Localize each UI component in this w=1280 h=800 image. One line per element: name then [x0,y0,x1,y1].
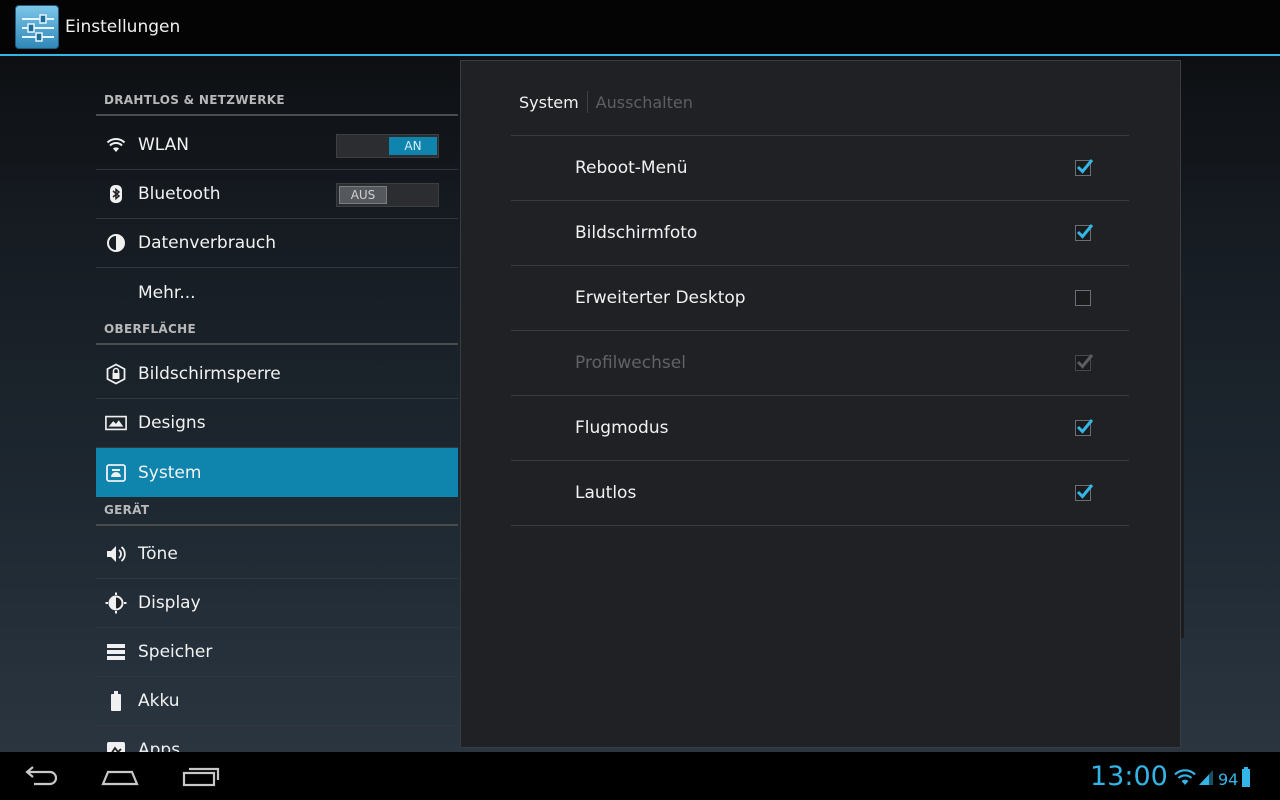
storage-icon [105,641,127,663]
clock[interactable]: 13:00 [1090,761,1168,792]
sound-icon [105,543,127,565]
list-item-label: Mehr... [138,282,196,303]
pref-airplane-mode[interactable]: Flugmodus [511,396,1129,461]
section-header-wireless: DRAHTLOS & NETZWERKE [96,86,458,116]
preference-list: Reboot-Menü Bildschirmfoto Erweiterter D… [511,135,1129,526]
checkbox-checked[interactable] [1075,484,1094,501]
section-header-interface: OBERFLÄCHE [96,315,458,345]
list-item-label: Akku [138,691,180,711]
pref-label: Lautlos [575,483,637,503]
list-item-data-usage[interactable]: Datenverbrauch [96,219,458,268]
apps-icon [105,739,127,752]
system-nav-bar: 13:00 94 [0,752,1280,800]
tab-bar: System Ausschalten [519,91,693,113]
pane-edge [1181,298,1184,638]
wlan-toggle[interactable]: AN [336,134,439,158]
wifi-icon [105,134,127,156]
list-item-wlan[interactable]: WLAN AN [96,121,458,170]
bluetooth-icon [105,183,127,205]
list-item-lockscreen[interactable]: Bildschirmsperre [96,350,458,399]
settings-category-list[interactable]: DRAHTLOS & NETZWERKE WLAN AN Bluetooth A… [96,56,458,752]
wifi-signal-icon [1172,767,1198,791]
tab-system[interactable]: System [519,93,579,112]
cell-signal-icon [1198,767,1214,791]
list-item-system[interactable]: System [96,448,458,497]
pref-silent[interactable]: Lautlos [511,461,1129,526]
list-item-battery[interactable]: Akku [96,677,458,726]
list-item-storage[interactable]: Speicher [96,628,458,677]
status-icons[interactable]: 94 [1172,766,1251,792]
list-item-label: Bluetooth [138,184,221,204]
list-item-bluetooth[interactable]: Bluetooth AUS [96,170,458,219]
list-item-label: WLAN [138,135,190,155]
list-item-label: Designs [138,413,206,433]
battery-level: 94 [1218,769,1239,789]
pref-screenshot[interactable]: Bildschirmfoto [511,201,1129,266]
pref-label: Bildschirmfoto [575,223,698,243]
list-item-label: Datenverbrauch [138,233,277,253]
pref-label: Profilwechsel [575,353,686,373]
pref-reboot-menu[interactable]: Reboot-Menü [511,136,1129,201]
toggle-state: AN [389,137,437,155]
app-title: Einstellungen [65,17,181,37]
display-icon [105,592,127,614]
recent-apps-icon[interactable] [170,760,230,792]
list-item-label: Display [138,593,201,613]
pref-label: Reboot-Menü [575,158,688,178]
list-item-label: System [138,462,202,483]
system-settings-pane: System Ausschalten Reboot-Menü Bildschir… [460,60,1181,748]
action-bar: Einstellungen [0,0,1280,56]
list-item-label: Speicher [138,642,213,662]
tab-divider [586,91,588,113]
section-header-device: GERÄT [96,496,458,526]
list-item-label: Töne [138,544,178,564]
tab-ausschalten[interactable]: Ausschalten [596,93,693,112]
pref-expanded-desktop[interactable]: Erweiterter Desktop [511,266,1129,331]
back-icon[interactable] [10,760,70,792]
system-icon [105,462,127,484]
list-item-sounds[interactable]: Töne [96,530,458,579]
home-icon[interactable] [90,760,150,792]
checkbox-checked[interactable] [1075,224,1094,241]
battery-icon [105,690,127,712]
themes-icon [105,412,127,434]
pref-label: Erweiterter Desktop [575,288,746,308]
checkbox-checked[interactable] [1075,159,1094,176]
data-usage-icon [105,232,127,254]
list-item-more[interactable]: Mehr... [96,268,458,317]
list-item-display[interactable]: Display [96,579,458,628]
checkbox-checked[interactable] [1075,419,1094,436]
list-item-apps[interactable]: Apps [96,726,458,752]
pref-profile-switch: Profilwechsel [511,331,1129,396]
checkbox-checked-disabled [1075,354,1094,371]
bluetooth-toggle[interactable]: AUS [336,183,439,207]
lock-icon [105,363,127,385]
checkbox-unchecked[interactable] [1075,290,1091,306]
settings-sliders-icon[interactable] [15,5,59,49]
list-item-label: Bildschirmsperre [138,364,281,384]
list-item-label: Apps [138,740,181,752]
battery-icon [1241,766,1251,792]
list-item-themes[interactable]: Designs [96,399,458,448]
toggle-state: AUS [339,186,387,204]
pref-label: Flugmodus [575,418,669,438]
